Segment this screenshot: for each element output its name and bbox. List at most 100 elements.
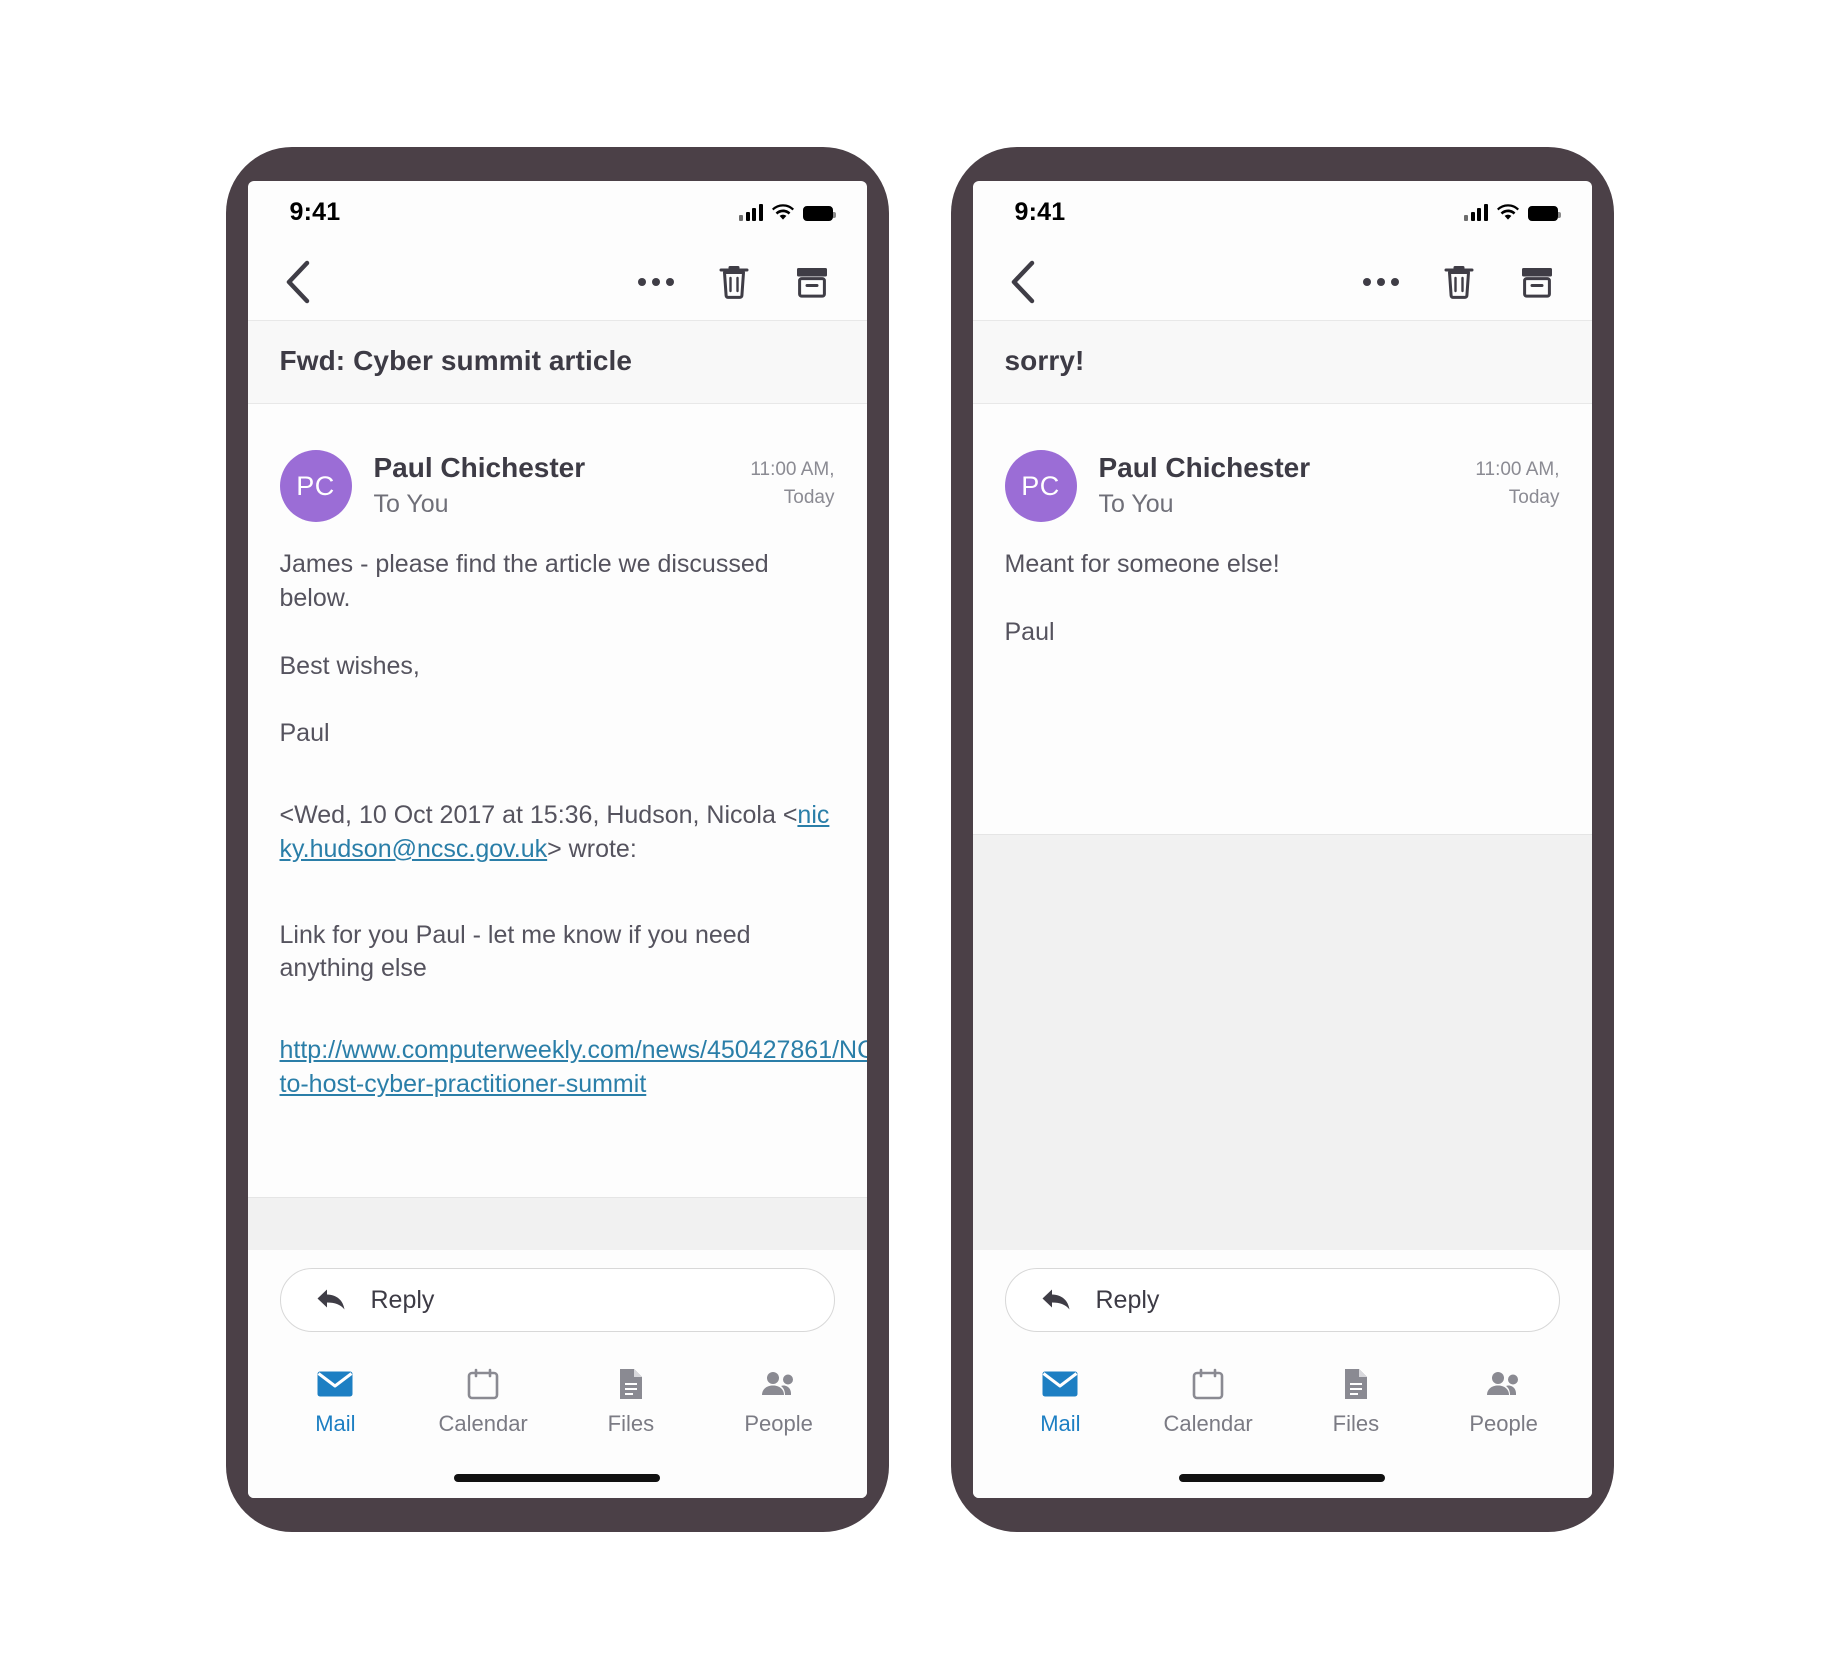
status-time: 9:41 xyxy=(289,197,341,226)
mail-icon xyxy=(316,1367,354,1401)
archive-icon xyxy=(1521,267,1552,298)
bottom-tab-bar: Mail Calendar Files People xyxy=(973,1346,1592,1458)
reply-label: Reply xyxy=(370,1285,435,1314)
file-icon xyxy=(618,1367,644,1401)
phone-device-left: 9:41 Fwd: Cyber summit article PC Paul C… xyxy=(225,147,889,1532)
tab-label-mail: Mail xyxy=(315,1411,356,1436)
cellular-signal-icon xyxy=(1464,203,1488,221)
status-bar: 9:41 xyxy=(248,181,867,243)
tab-calendar[interactable]: Calendar xyxy=(409,1367,557,1437)
tab-label-people: People xyxy=(744,1411,813,1436)
reply-button[interactable]: Reply xyxy=(1004,1268,1560,1332)
tab-mail[interactable]: Mail xyxy=(262,1367,410,1437)
tab-files[interactable]: Files xyxy=(1282,1367,1430,1437)
home-indicator[interactable] xyxy=(454,1474,660,1482)
delete-button[interactable] xyxy=(713,259,755,305)
battery-icon xyxy=(1527,205,1561,221)
quoted-body-text: Link for you Paul - let me know if you n… xyxy=(279,920,751,983)
tab-files[interactable]: Files xyxy=(557,1367,705,1437)
tab-label-files: Files xyxy=(1332,1411,1380,1436)
avatar: PC xyxy=(279,450,352,522)
tab-people[interactable]: People xyxy=(705,1367,853,1437)
archive-button[interactable] xyxy=(1516,259,1558,305)
avatar: PC xyxy=(1004,450,1077,522)
more-options-icon xyxy=(1362,277,1399,286)
back-button[interactable] xyxy=(1009,256,1055,308)
timestamp-time: 11:00 AM, xyxy=(1475,459,1560,480)
navigation-bar xyxy=(247,243,867,321)
email-body-scroll[interactable]: PC Paul Chichester To You 11:00 AM, Toda… xyxy=(247,404,867,1250)
more-options-button[interactable] xyxy=(635,259,677,305)
mail-icon xyxy=(1041,1367,1079,1401)
people-icon xyxy=(760,1367,798,1401)
two-phone-comparison: 9:41 Fwd: Cyber summit article PC Paul C… xyxy=(0,0,1839,1679)
body-gap xyxy=(973,684,1592,834)
tab-label-people: People xyxy=(1469,1411,1538,1436)
timestamp-day: Today xyxy=(783,486,835,508)
email-content: PC Paul Chichester To You 11:00 AM, Toda… xyxy=(973,404,1592,684)
tab-label-calendar: Calendar xyxy=(438,1411,528,1436)
bottom-tab-bar: Mail Calendar Files People xyxy=(248,1346,867,1458)
email-subject: Fwd: Cyber summit article xyxy=(279,345,633,376)
archive-icon xyxy=(796,267,827,298)
calendar-icon xyxy=(1192,1367,1224,1401)
sender-row[interactable]: PC Paul Chichester To You 11:00 AM, Toda… xyxy=(1004,404,1560,548)
tab-mail[interactable]: Mail xyxy=(987,1367,1135,1437)
back-button[interactable] xyxy=(284,256,330,308)
subject-bar: sorry! xyxy=(972,321,1592,404)
chevron-left-icon xyxy=(286,260,309,303)
tab-label-mail: Mail xyxy=(1040,1411,1081,1436)
timestamp-time: 11:00 AM, xyxy=(750,459,835,480)
phone-screen-left: 9:41 Fwd: Cyber summit article PC Paul C… xyxy=(247,181,867,1498)
status-time: 9:41 xyxy=(1014,197,1066,226)
sender-meta: Paul Chichester To You xyxy=(1099,450,1476,521)
archive-button[interactable] xyxy=(791,259,833,305)
sender-row[interactable]: PC Paul Chichester To You 11:00 AM, Toda… xyxy=(279,404,835,548)
reply-arrow-icon xyxy=(317,1289,344,1310)
tab-label-files: Files xyxy=(607,1411,655,1436)
chevron-left-icon xyxy=(1011,260,1034,303)
more-options-button[interactable] xyxy=(1360,259,1402,305)
people-icon xyxy=(1485,1367,1523,1401)
battery-icon xyxy=(802,205,836,221)
tab-label-calendar: Calendar xyxy=(1163,1411,1253,1436)
reply-area: Reply xyxy=(247,1250,867,1346)
tab-people[interactable]: People xyxy=(1430,1367,1578,1437)
wifi-icon xyxy=(1496,203,1519,221)
reply-arrow-icon xyxy=(1042,1289,1069,1310)
timestamp-day: Today xyxy=(1508,486,1560,508)
status-bar: 9:41 xyxy=(973,181,1592,243)
recipient-label: To You xyxy=(373,490,449,518)
nav-actions xyxy=(635,259,833,305)
tab-calendar[interactable]: Calendar xyxy=(1134,1367,1282,1437)
home-indicator-area xyxy=(972,1458,1592,1498)
email-subject: sorry! xyxy=(1004,345,1085,376)
reply-area: Reply xyxy=(972,1250,1592,1346)
navigation-bar xyxy=(972,243,1592,321)
email-content: PC Paul Chichester To You 11:00 AM, Toda… xyxy=(248,404,867,1128)
more-options-icon xyxy=(637,277,674,286)
wifi-icon xyxy=(771,203,794,221)
status-icons xyxy=(1464,203,1561,221)
trash-icon xyxy=(719,265,748,299)
timestamp: 11:00 AM, Today xyxy=(1475,450,1559,511)
home-indicator[interactable] xyxy=(1179,1474,1385,1482)
cellular-signal-icon xyxy=(739,203,763,221)
quoted-header: <Wed, 10 Oct 2017 at 15:36, Hudson, Nico… xyxy=(280,799,835,867)
trash-icon xyxy=(1444,265,1473,299)
article-url-link[interactable]: http://www.computerweekly.com/news/45042… xyxy=(280,1034,867,1102)
home-indicator-area xyxy=(247,1458,867,1498)
delete-button[interactable] xyxy=(1438,259,1480,305)
body-bottom-strip xyxy=(247,1197,867,1250)
status-icons xyxy=(739,203,836,221)
body-paragraph-1: James - please find the article we discu… xyxy=(279,550,769,612)
reply-button[interactable]: Reply xyxy=(279,1268,835,1332)
nav-actions xyxy=(1360,259,1558,305)
file-icon xyxy=(1343,1367,1369,1401)
email-body-scroll[interactable]: PC Paul Chichester To You 11:00 AM, Toda… xyxy=(972,404,1592,1250)
phone-screen-right: 9:41 sorry! PC Paul Chichester To You 11… xyxy=(972,181,1592,1498)
sender-name: Paul Chichester xyxy=(373,452,586,483)
recipient-label: To You xyxy=(1098,490,1174,518)
quoted-header-prefix: <Wed, 10 Oct 2017 at 15:36, Hudson, Nico… xyxy=(279,801,798,829)
